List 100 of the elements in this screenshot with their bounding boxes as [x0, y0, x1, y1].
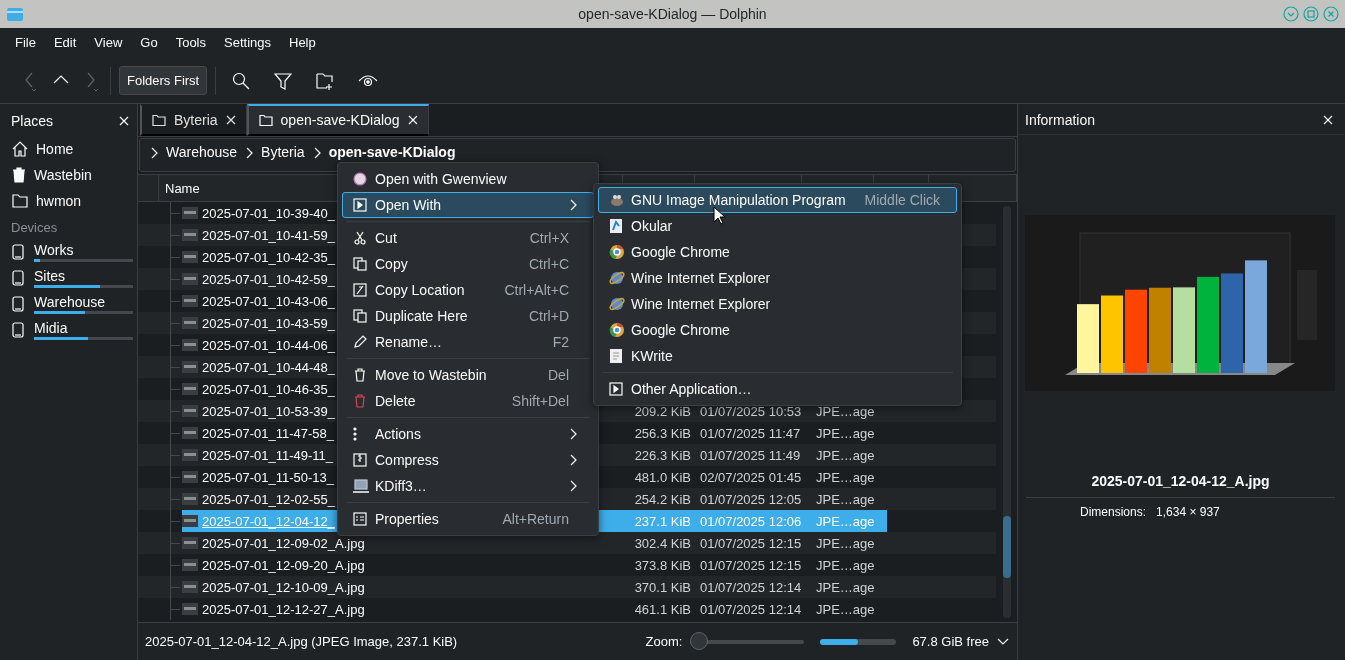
menu-item[interactable]: Google Chrome [598, 317, 957, 343]
table-cell-text: JPE…age [815, 579, 876, 595]
table-cell-text: JPE…age [815, 425, 876, 441]
globe-icon [609, 296, 625, 312]
panel-title: Information [1025, 112, 1096, 128]
sort-button[interactable]: Folders First [119, 66, 208, 95]
image-thumbnail-icon [182, 537, 198, 549]
monitor-icon [353, 479, 369, 493]
trash-icon [353, 368, 367, 382]
menu-item[interactable]: Duplicate Here Ctrl+D [342, 303, 594, 329]
search-icon[interactable] [232, 71, 251, 90]
menu-item[interactable]: File [6, 32, 45, 54]
scissors-icon [353, 231, 367, 245]
image-thumbnail-icon [182, 559, 198, 571]
menu-item[interactable]: Properties Alt+Return [342, 506, 594, 532]
menu-item[interactable]: Wine Internet Explorer [598, 265, 957, 291]
folder-icon [152, 114, 166, 126]
folder-icon [12, 194, 28, 208]
circle-icon [353, 172, 367, 186]
chevron-icon[interactable] [997, 637, 1009, 646]
archive-icon [353, 453, 367, 467]
file-name[interactable]: 2025-07-01_12-09-20_A.jpg [201, 557, 628, 573]
menu-item[interactable]: Settings [215, 32, 280, 54]
place-item[interactable]: Home [0, 136, 137, 162]
caret-icon [312, 146, 321, 159]
menu-item[interactable]: Delete Shift+Del [342, 388, 594, 414]
zoom-slider[interactable] [690, 631, 805, 652]
menu-item[interactable]: Move to Wastebin Del [342, 362, 594, 388]
zoom-label: Zoom: [645, 634, 683, 649]
caret-icon [569, 480, 577, 492]
close-icon[interactable] [1323, 6, 1339, 22]
menu-item[interactable]: GNU Image Manipulation Program Middle Click [598, 187, 957, 213]
file-name[interactable]: 2025-07-01_12-09-02_A.jpg [201, 535, 628, 551]
image-thumbnail-icon [182, 229, 198, 241]
menu-item[interactable]: Cut Ctrl+X [342, 225, 594, 251]
file-name[interactable]: 2025-07-01_12-10-09_A.jpg [201, 579, 628, 595]
image-thumbnail-icon [182, 515, 198, 527]
drive-icon [12, 296, 24, 312]
table-cell-text: 226.3 KiB [633, 447, 691, 463]
copy-icon [353, 309, 367, 323]
panel-title: Places [11, 113, 54, 129]
caret-icon [569, 454, 577, 466]
table-cell-text: 370.1 KiB [633, 579, 691, 595]
breadcrumb-item[interactable]: open-save-KDialog [328, 145, 456, 160]
window-title: open-save-KDialog — Dolphin [578, 6, 767, 22]
menu-item[interactable]: Compress [342, 447, 594, 473]
new-folder-icon[interactable] [316, 71, 335, 90]
menu-item[interactable]: Other Application… [598, 376, 957, 402]
properties-icon [353, 512, 367, 526]
menu-item[interactable]: Copy Location Ctrl+Alt+C [342, 277, 594, 303]
table-cell-text: 461.1 KiB [633, 601, 691, 617]
menu-item[interactable]: KWrite [598, 343, 957, 369]
image-thumbnail-icon [182, 471, 198, 483]
copy-icon [353, 257, 367, 271]
table-cell-text: JPE…age [815, 557, 876, 573]
minimize-icon[interactable] [1283, 6, 1299, 22]
tab[interactable]: open-save-KDialog [246, 104, 429, 136]
close-icon [1323, 115, 1333, 125]
table-cell-text: 02/07/2025 01:45 [699, 469, 803, 485]
filter-icon[interactable] [274, 71, 293, 90]
breadcrumb-item[interactable]: Warehouse [166, 145, 238, 160]
location-icon [353, 283, 367, 297]
menu-item[interactable]: Wine Internet Explorer [598, 291, 957, 317]
menu-item[interactable]: Open With [342, 192, 594, 218]
home-icon [12, 141, 28, 157]
table-cell-text: 01/07/2025 11:47 [699, 425, 802, 441]
place-item[interactable]: hwmon [0, 188, 137, 214]
place-item[interactable]: Wastebin [0, 162, 137, 188]
menu-item[interactable]: Copy Ctrl+C [342, 251, 594, 277]
app-icon [6, 6, 24, 22]
close-icon [225, 115, 236, 125]
table-cell-text: JPE…age [815, 403, 876, 419]
menu-item[interactable]: KDiff3… [342, 473, 594, 499]
image-thumbnail-icon [182, 295, 198, 307]
file-name[interactable]: 2025-07-01_12-12-27_A.jpg [201, 601, 628, 617]
menu-item[interactable]: Tools [166, 32, 215, 54]
device-item[interactable]: Warehouse [0, 291, 137, 317]
device-item[interactable]: Sites [0, 265, 137, 291]
property-label: Dimensions: [1080, 505, 1147, 519]
folder-icon [258, 114, 273, 126]
menu-item[interactable]: Actions [342, 421, 594, 447]
image-thumbnail-icon [182, 603, 198, 615]
device-item[interactable]: Midia [0, 317, 137, 343]
device-item[interactable]: Works [0, 239, 137, 265]
table-cell-text: 373.8 KiB [633, 557, 691, 573]
table-cell-text: 209.2 KiB [633, 403, 691, 419]
scrollbar[interactable] [1002, 206, 1011, 618]
menu-item[interactable]: Go [131, 32, 167, 54]
menu-item[interactable]: Edit [44, 32, 86, 54]
menu-item[interactable]: Google Chrome [598, 239, 957, 265]
menu-item[interactable]: View [85, 32, 132, 54]
eye-icon[interactable] [358, 72, 379, 89]
breadcrumb-item[interactable]: Byteria [261, 145, 305, 160]
menu-item[interactable]: Open with Gwenview [342, 166, 594, 192]
maximize-icon[interactable] [1303, 6, 1319, 22]
close-icon [119, 116, 129, 126]
drive-icon [12, 322, 24, 338]
menu-item[interactable]: Rename… F2 [342, 329, 594, 355]
image-thumbnail-icon [182, 361, 198, 373]
menu-item[interactable]: Help [280, 32, 325, 54]
